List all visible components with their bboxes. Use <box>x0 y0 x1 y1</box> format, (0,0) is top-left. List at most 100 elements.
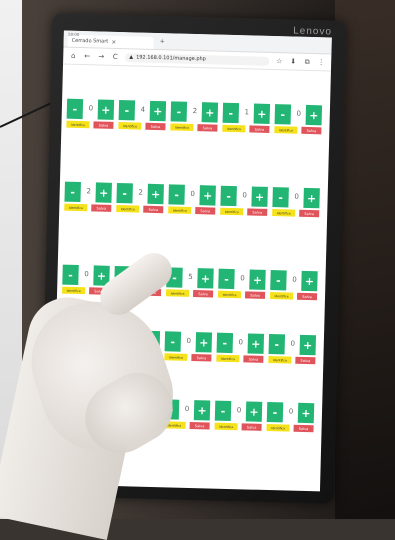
identify-button[interactable]: Identifica <box>266 423 290 432</box>
decrement-button[interactable]: - <box>170 101 188 122</box>
decrement-button[interactable]: - <box>274 104 292 125</box>
tab-close-icon[interactable]: × <box>111 38 116 45</box>
identify-button[interactable]: Identifica <box>168 206 192 214</box>
forward-icon[interactable]: → <box>97 52 105 60</box>
identify-button[interactable]: Identifica <box>166 289 190 297</box>
level-value: 2 <box>86 187 92 196</box>
decrement-button[interactable]: - <box>214 400 232 422</box>
identify-button[interactable]: Identifica <box>272 209 296 217</box>
level-value: 1 <box>244 108 250 117</box>
increment-button[interactable]: + <box>195 332 213 353</box>
decrement-button[interactable]: - <box>64 181 81 203</box>
identify-button[interactable]: Identifica <box>222 124 246 133</box>
increment-button[interactable]: + <box>147 183 164 205</box>
level-value: 0 <box>294 192 299 201</box>
increment-button[interactable]: + <box>251 186 268 207</box>
increment-button[interactable]: + <box>249 269 266 290</box>
url-field[interactable]: ▲ 192.168.0.101/manage.php <box>125 52 270 66</box>
save-button[interactable]: Salva <box>296 292 318 301</box>
save-button[interactable]: Salva <box>243 355 264 363</box>
level-value: 0 <box>240 274 245 283</box>
save-button[interactable]: Salva <box>143 205 164 214</box>
increment-button[interactable]: + <box>253 103 271 124</box>
identify-button[interactable]: Identifica <box>268 356 292 364</box>
menu-icon[interactable]: ⋮ <box>317 58 325 66</box>
device-control: -0 + IdentificaSalva <box>217 263 269 312</box>
save-button[interactable]: Salva <box>91 204 112 212</box>
identify-button[interactable]: Identifica <box>216 354 240 363</box>
decrement-button[interactable]: - <box>220 185 237 207</box>
identify-button[interactable]: Identifica <box>274 126 298 134</box>
decrement-button[interactable]: - <box>118 100 136 121</box>
decrement-button[interactable]: - <box>268 334 286 355</box>
identify-button[interactable]: Identifica <box>220 207 244 216</box>
increment-button[interactable]: + <box>149 100 167 122</box>
save-button[interactable]: Salva <box>301 126 322 135</box>
decrement-button[interactable]: - <box>218 268 235 290</box>
increment-button[interactable]: + <box>95 182 112 203</box>
identify-button[interactable]: Identifica <box>170 123 194 131</box>
save-button[interactable]: Salva <box>189 421 210 430</box>
identify-button[interactable]: Identifica <box>64 203 88 212</box>
save-button[interactable]: Salva <box>197 124 218 132</box>
save-button[interactable]: Salva <box>192 290 214 298</box>
save-button[interactable]: Salva <box>93 121 114 129</box>
reload-icon[interactable]: C <box>111 53 119 61</box>
increment-button[interactable]: + <box>97 99 115 120</box>
level-value: 0 <box>290 339 296 348</box>
identify-button[interactable]: Identifica <box>217 290 242 299</box>
identify-button[interactable]: Identifica <box>214 422 238 431</box>
save-button[interactable]: Salva <box>191 353 212 362</box>
identify-button[interactable]: Identifica <box>118 122 142 130</box>
identify-button[interactable]: Identifica <box>164 353 188 361</box>
increment-button[interactable]: + <box>201 102 219 123</box>
decrement-button[interactable]: - <box>270 270 287 291</box>
increment-button[interactable]: + <box>303 187 320 209</box>
save-button[interactable]: Salva <box>145 122 166 131</box>
back-icon[interactable]: ← <box>83 52 91 60</box>
device-control: -2 + Identifica Salva <box>170 95 221 144</box>
level-value: 0 <box>236 406 242 415</box>
decrement-button[interactable]: - <box>222 102 240 124</box>
decrement-button[interactable]: - <box>216 332 234 354</box>
save-button[interactable]: Salva <box>293 424 314 433</box>
increment-button[interactable]: + <box>297 402 315 424</box>
save-button[interactable]: Salva <box>247 208 268 216</box>
identify-button[interactable]: Identifica <box>116 204 140 213</box>
level-value: 0 <box>288 407 294 416</box>
download-icon[interactable]: ⬇ <box>289 57 297 65</box>
identify-button[interactable]: Identifica <box>66 120 90 129</box>
decrement-button[interactable]: - <box>62 264 79 286</box>
save-button[interactable]: Salva <box>249 125 270 133</box>
new-tab-button[interactable]: + <box>160 38 165 45</box>
increment-button[interactable]: + <box>247 333 265 354</box>
increment-button[interactable]: + <box>193 400 211 421</box>
increment-button[interactable]: + <box>301 270 318 292</box>
increment-button[interactable]: + <box>245 401 263 422</box>
browser-tab[interactable]: Cerrado Smart × <box>67 34 154 49</box>
increment-button[interactable]: + <box>199 185 216 206</box>
increment-button[interactable]: + <box>299 334 317 356</box>
level-value: 2 <box>192 106 198 116</box>
star-icon[interactable]: ☆ <box>275 57 283 65</box>
device-control: -5 + Identifica Salva <box>166 261 217 310</box>
save-button[interactable]: Salva <box>241 423 262 431</box>
decrement-button[interactable]: - <box>272 187 289 208</box>
home-icon[interactable]: ⌂ <box>69 52 77 60</box>
save-button[interactable]: Salva <box>299 209 320 218</box>
increment-button[interactable]: + <box>197 268 214 289</box>
decrement-button[interactable]: - <box>168 184 185 205</box>
tabs-icon[interactable]: ⧉ <box>303 57 311 66</box>
decrement-button[interactable]: - <box>164 331 182 352</box>
save-button[interactable]: Salva <box>295 356 316 365</box>
save-button[interactable]: Salva <box>244 291 266 299</box>
decrement-button[interactable]: - <box>266 401 284 423</box>
save-button[interactable]: Salva <box>195 207 216 215</box>
identify-button[interactable]: Identifica <box>269 292 294 300</box>
level-value: 0 <box>186 336 192 345</box>
device-control: -1 + Identifica Salva <box>222 97 273 146</box>
decrement-button[interactable]: - <box>116 182 133 204</box>
increment-button[interactable]: + <box>305 104 323 126</box>
identify-button[interactable]: Identifica <box>62 286 86 295</box>
decrement-button[interactable]: - <box>66 98 84 120</box>
